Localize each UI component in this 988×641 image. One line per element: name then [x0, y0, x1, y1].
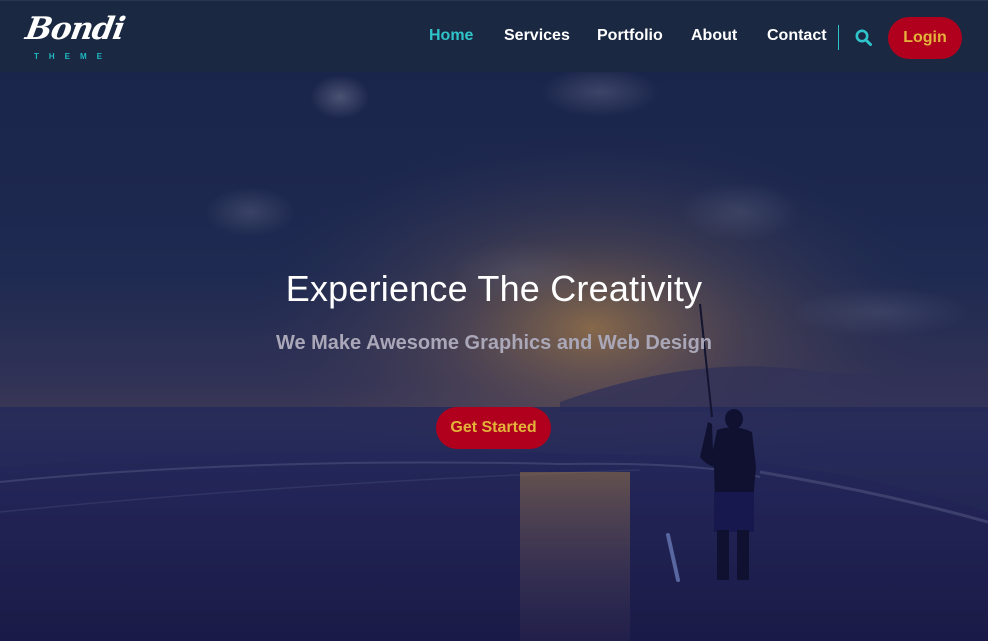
- get-started-button[interactable]: Get Started: [436, 407, 551, 449]
- nav-divider: [838, 25, 839, 50]
- nav-services[interactable]: Services: [504, 27, 570, 45]
- hero-background-image: [0, 72, 988, 641]
- nav-about[interactable]: About: [691, 27, 737, 45]
- hero-subtitle: We Make Awesome Graphics and Web Design: [275, 332, 713, 354]
- nav-portfolio[interactable]: Portfolio: [597, 27, 663, 45]
- hero-title: Experience The Creativity: [285, 268, 703, 309]
- nav-home[interactable]: Home: [429, 27, 473, 45]
- search-button[interactable]: [854, 28, 874, 48]
- nav-contact[interactable]: Contact: [767, 27, 827, 45]
- search-icon: [855, 29, 872, 46]
- hero-section: Experience The Creativity We Make Awesom…: [0, 72, 988, 641]
- main-nav: Home Services Portfolio About Contact Lo…: [0, 1, 988, 73]
- login-button[interactable]: Login: [888, 17, 962, 59]
- site-header: Bondi THEME Home Services Portfolio Abou…: [0, 0, 988, 72]
